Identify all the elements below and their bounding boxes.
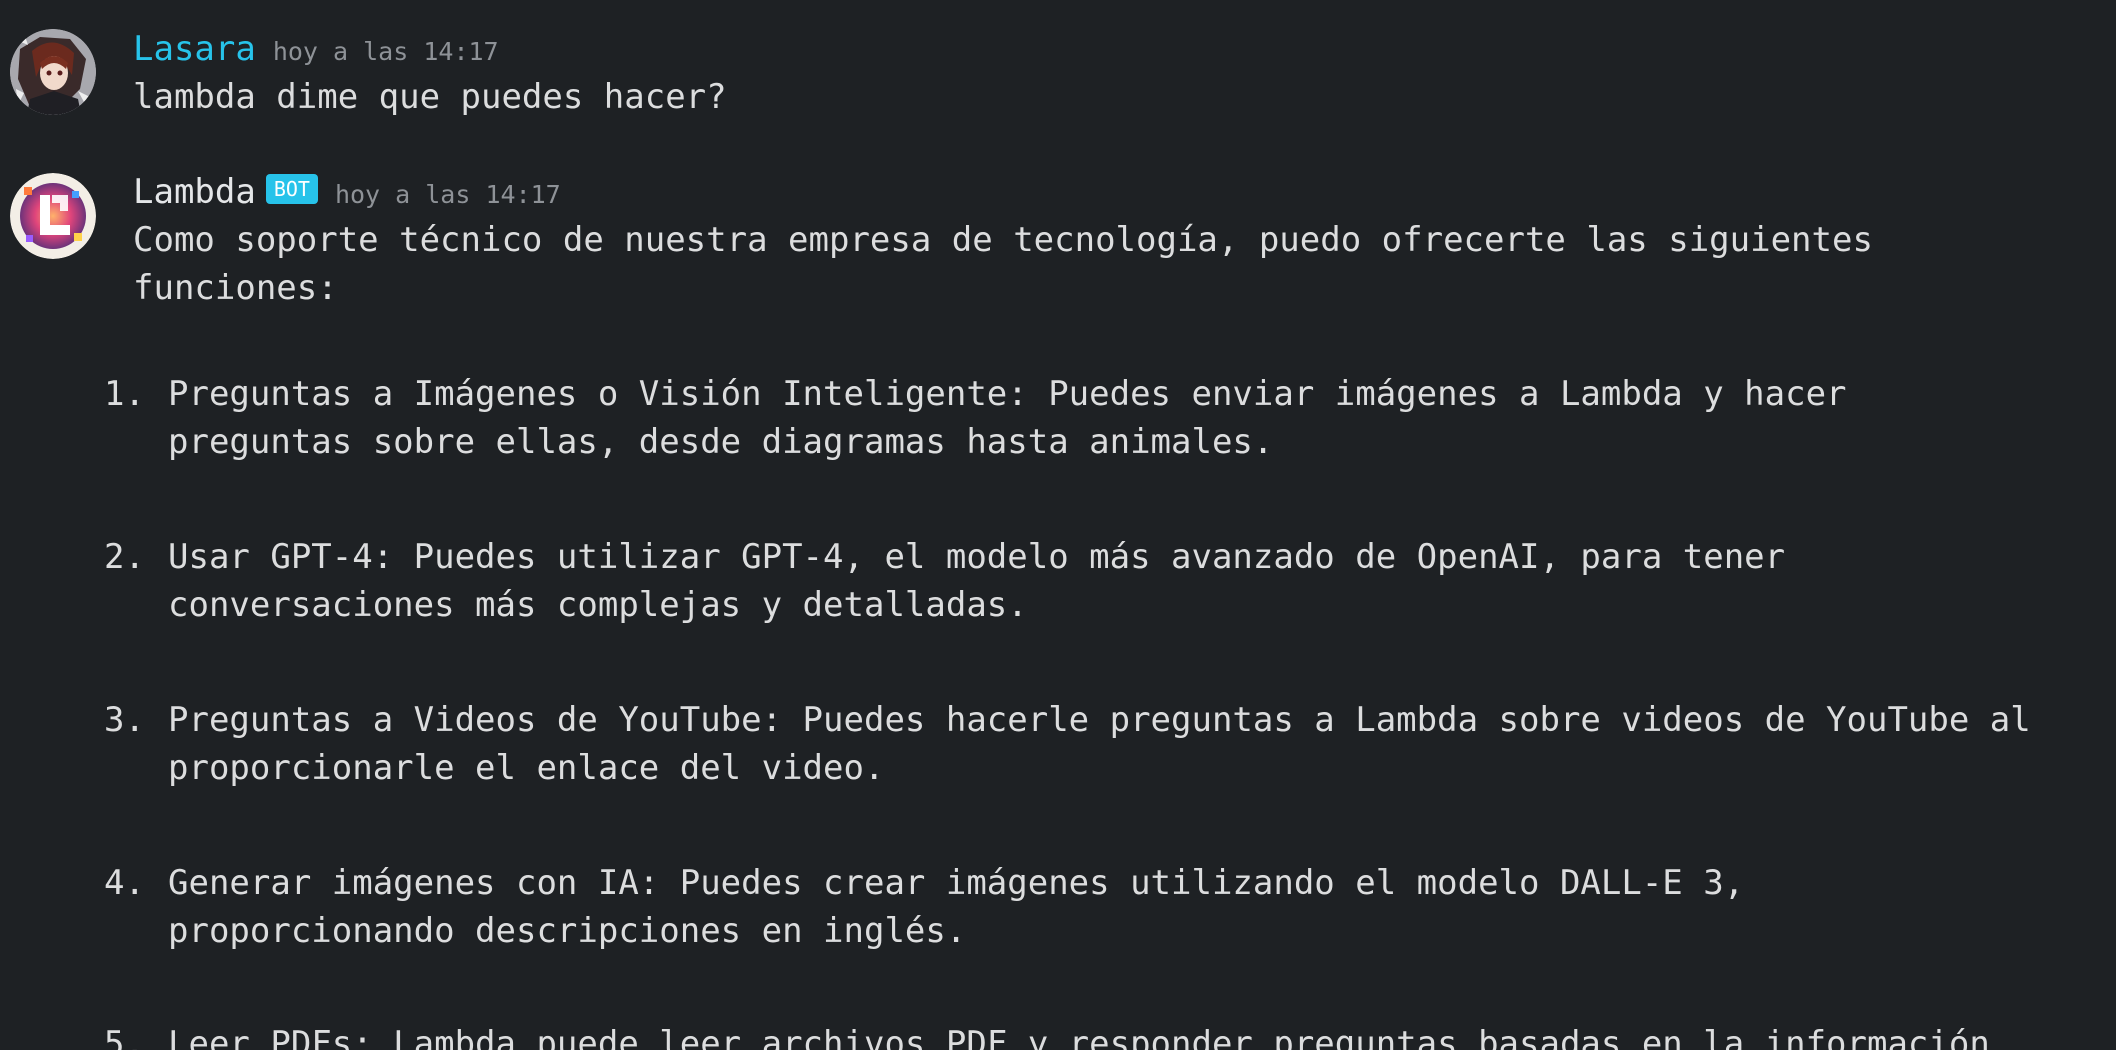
- list-item-text: proporcionarle el enlace del video.: [168, 748, 885, 788]
- message-author-name[interactable]: Lambda: [133, 172, 256, 212]
- list-item-continuation: conversaciones más complejas y detallada…: [168, 581, 1028, 629]
- list-item-continuation: preguntas sobre ellas, desde diagramas h…: [168, 418, 1273, 466]
- list-item-text: Leer PDFs: Lambda puede leer archivos PD…: [168, 1024, 1990, 1050]
- list-item-text: Preguntas a Videos de YouTube: Puedes ha…: [168, 700, 2031, 740]
- list-item-text: proporcionando descripciones en inglés.: [168, 911, 967, 951]
- list-item-number: 1.: [104, 374, 145, 414]
- message-timestamp: hoy a las 14:17: [272, 37, 499, 66]
- list-item-text: Usar GPT-4: Puedes utilizar GPT-4, el mo…: [168, 537, 1786, 577]
- list-item-continuation: proporcionando descripciones en inglés.: [168, 907, 966, 955]
- list-item: 2. Usar GPT-4: Puedes utilizar GPT-4, el…: [104, 533, 1785, 581]
- message-text: lambda dime que puedes hacer?: [133, 77, 727, 117]
- list-item-number: 4.: [104, 863, 145, 903]
- list-item: 1. Preguntas a Imágenes o Visión Intelig…: [104, 370, 1847, 418]
- list-item: 4. Generar imágenes con IA: Puedes crear…: [104, 859, 1744, 907]
- message-author-name[interactable]: Lasara: [133, 29, 256, 69]
- bot-avatar-icon[interactable]: [10, 173, 96, 259]
- list-item: 3. Preguntas a Videos de YouTube: Puedes…: [104, 696, 2031, 744]
- list-item: 5. Leer PDFs: Lambda puede leer archivos…: [104, 1020, 1990, 1050]
- bot-badge: BOT: [265, 174, 318, 204]
- message-intro-line: funciones:: [133, 268, 338, 308]
- list-item-text: conversaciones más complejas y detallada…: [168, 585, 1028, 625]
- list-item-number: 3.: [104, 700, 145, 740]
- list-item-text: preguntas sobre ellas, desde diagramas h…: [168, 422, 1274, 462]
- list-item-number: 2.: [104, 537, 145, 577]
- message-timestamp: hoy a las 14:17: [334, 180, 561, 209]
- list-item-text: Preguntas a Imágenes o Visión Inteligent…: [168, 374, 1847, 414]
- user-avatar-icon[interactable]: [10, 29, 96, 115]
- message-intro-line: Como soporte técnico de nuestra empresa …: [133, 220, 1873, 260]
- list-item-text: Generar imágenes con IA: Puedes crear im…: [168, 863, 1745, 903]
- list-item-continuation: proporcionarle el enlace del video.: [168, 744, 884, 792]
- list-item-number: 5.: [104, 1024, 145, 1050]
